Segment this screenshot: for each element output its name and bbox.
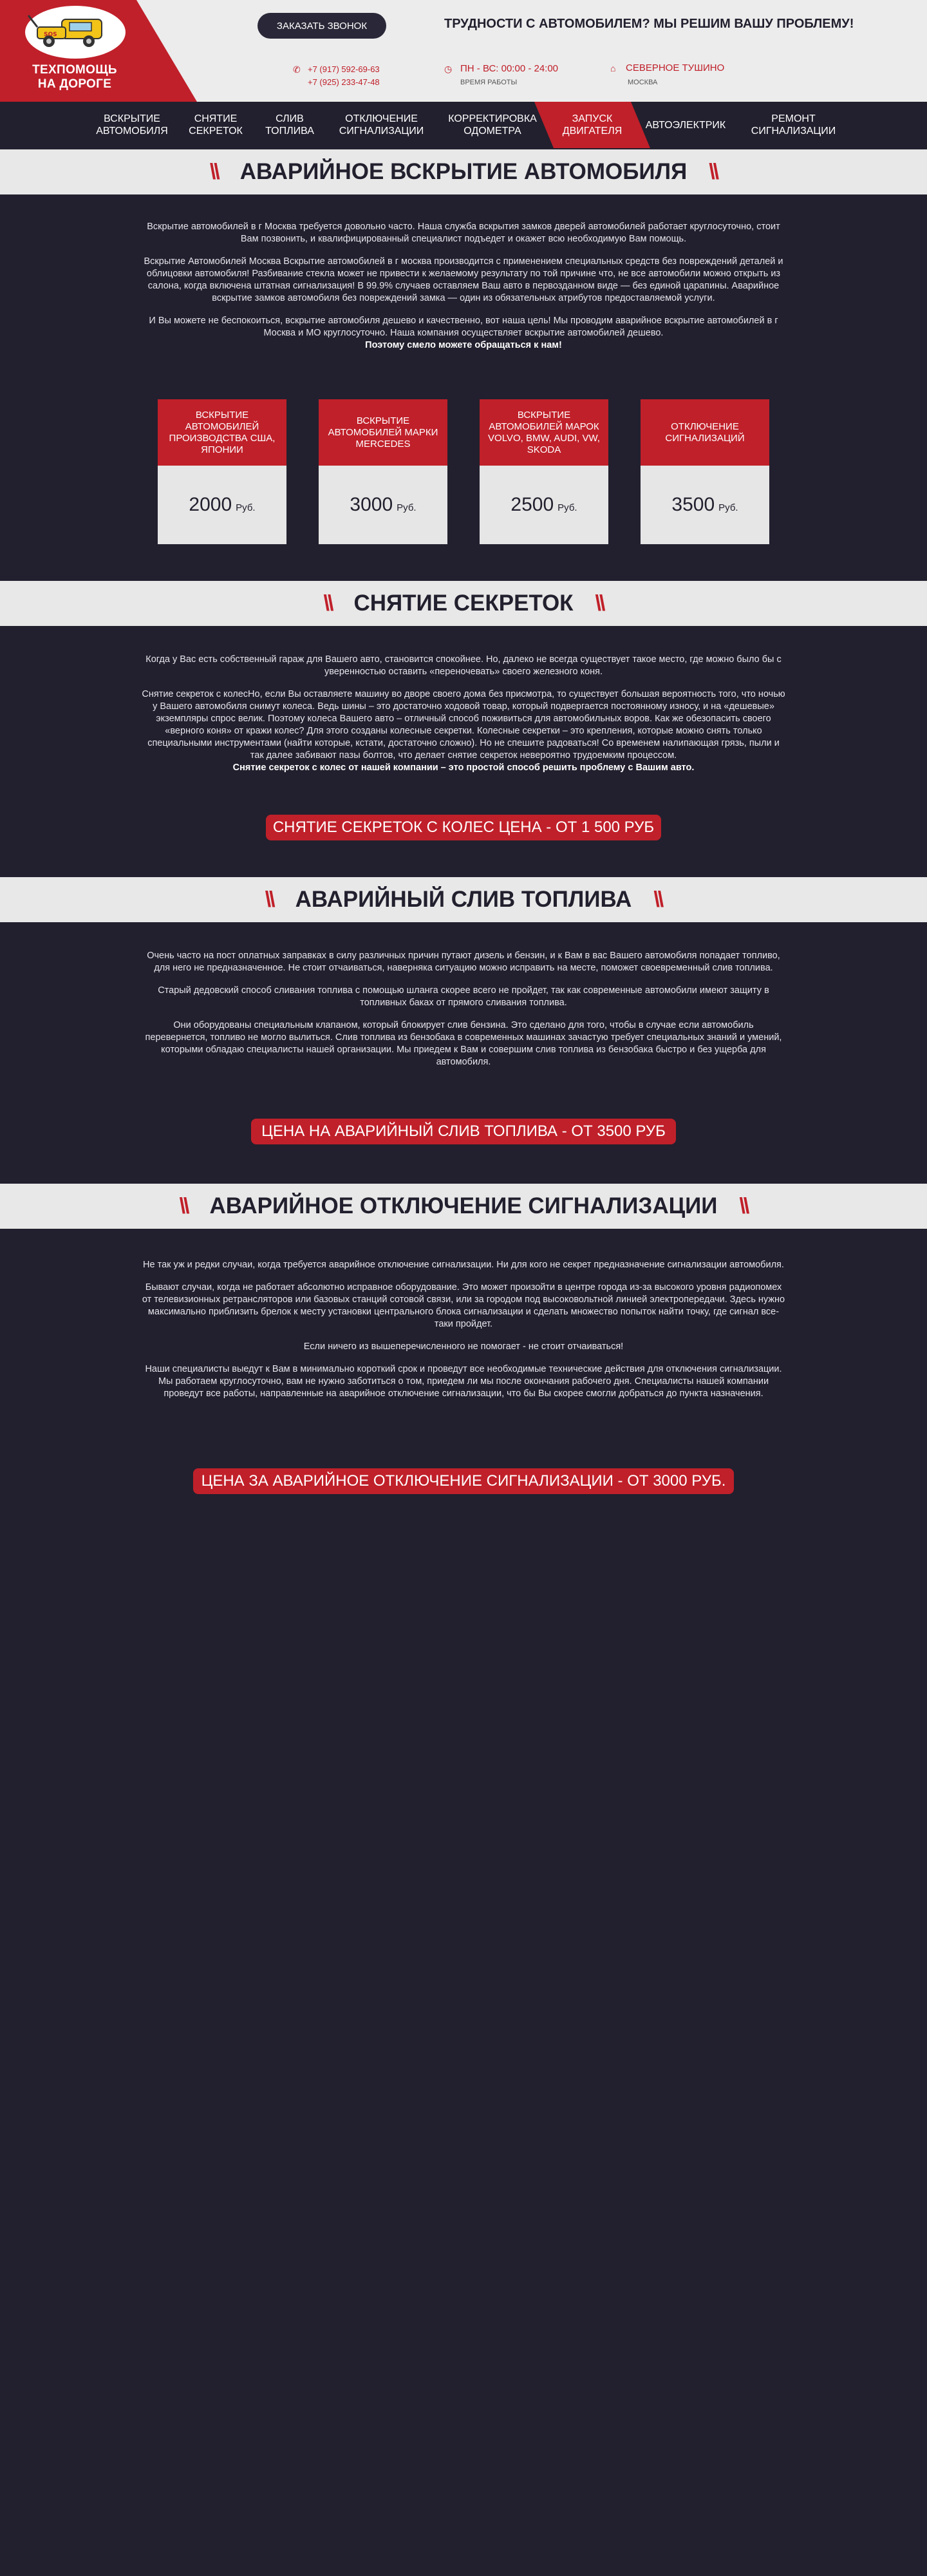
- fuel-drain-text: Очень часто на пост оплатных заправках в…: [142, 950, 785, 1079]
- section-header-fuel-drain: \\ АВАРИЙНЫЙ СЛИВ ТОПЛИВА \\: [0, 877, 927, 922]
- paragraph: Бывают случаи, когда не работает абсолют…: [142, 1282, 785, 1329]
- nav-item-car-opening[interactable]: ВСКРЫТИЕ АВТОМОБИЛЯ: [84, 102, 180, 148]
- section-header-alarm-disable: \\ АВАРИЙНОЕ ОТКЛЮЧЕНИЕ СИГНАЛИЗАЦИИ \\: [0, 1184, 927, 1229]
- paragraph-bold: Снятие секреток с колес от нашей компани…: [232, 762, 695, 773]
- paragraph-bold: Поэтому смело можете обращаться к нам!: [365, 340, 562, 350]
- paragraph: Вскрытие Автомобилей Москва Вскрытие авт…: [144, 256, 783, 303]
- price-card[interactable]: ВСКРЫТИЕ АВТОМОБИЛЕЙ МАРОК VOLVO, BMW, A…: [480, 399, 608, 544]
- section-title: АВАРИЙНЫЙ СЛИВ ТОПЛИВА: [295, 887, 632, 912]
- working-hours-label: ВРЕМЯ РАБОТЫ: [460, 79, 518, 86]
- clock-icon: ◷: [444, 64, 453, 74]
- slashes-decoration: \\: [323, 591, 334, 616]
- slashes-decoration: \\: [709, 159, 719, 184]
- alarm-disable-text: Не так уж и редки случаи, когда требуетс…: [142, 1259, 785, 1410]
- paragraph: Очень часто на пост оплатных заправках в…: [147, 951, 780, 973]
- section-title: АВАРИЙНОЕ ВСКРЫТИЕ АВТОМОБИЛЯ: [239, 159, 688, 184]
- logo-block[interactable]: SOS ТЕХПОМОЩЬ НА ДОРОГЕ: [0, 0, 197, 102]
- location-district: СЕВЕРНОЕ ТУШИНО: [626, 62, 725, 73]
- nav-item-auto-electrician[interactable]: АВТОЭЛЕКТРИК: [634, 102, 737, 148]
- price-card[interactable]: ОТКЛЮЧЕНИЕ СИГНАЛИЗАЦИЙ 3500 Руб.: [641, 399, 769, 544]
- alarm-disable-price-button[interactable]: ЦЕНА ЗА АВАРИЙНОЕ ОТКЛЮЧЕНИЕ СИГНАЛИЗАЦИ…: [193, 1468, 734, 1494]
- nav-item-fuel-drain[interactable]: СЛИВ ТОПЛИВА: [251, 102, 328, 148]
- paragraph: Если ничего из вышеперечисленного не пом…: [303, 1341, 624, 1352]
- header-tagline: ТРУДНОСТИ С АВТОМОБИЛЕМ? МЫ РЕШИМ ВАШУ П…: [444, 17, 854, 31]
- phone-number-1[interactable]: +7 (917) 592-69-63: [308, 64, 380, 74]
- working-hours: ПН - ВС: 00:00 - 24:00: [460, 63, 559, 74]
- nav-item-lock-nuts[interactable]: СНЯТИЕ СЕКРЕТОК: [180, 102, 251, 148]
- logo-text-line2: НА ДОРОГЕ: [37, 77, 112, 91]
- paragraph: Вскрытие автомобилей в г Москва требуетс…: [147, 222, 780, 244]
- paragraph: Старый дедовский способ сливания топлива…: [158, 985, 769, 1008]
- price-value: 3000: [350, 494, 393, 515]
- price-currency: Руб.: [557, 502, 577, 513]
- price-value: 2000: [189, 494, 232, 515]
- site-header: SOS ТЕХПОМОЩЬ НА ДОРОГЕ ЗАКАЗАТЬ ЗВОНОК …: [0, 0, 927, 102]
- phone-icon: ✆: [293, 64, 301, 75]
- nav-item-odometer[interactable]: КОРРЕКТИРОВКА ОДОМЕТРА: [435, 102, 550, 148]
- main-navigation: ВСКРЫТИЕ АВТОМОБИЛЯ СНЯТИЕ СЕКРЕТОК СЛИВ ТО…: [0, 102, 927, 148]
- paragraph: Они оборудованы специальным клапаном, ко…: [145, 1020, 782, 1067]
- callback-button[interactable]: ЗАКАЗАТЬ ЗВОНОК: [258, 13, 386, 39]
- section-header-lock-nuts: \\ СНЯТИЕ СЕКРЕТОК \\: [0, 581, 927, 626]
- location-city: МОСКВА: [628, 79, 658, 86]
- paragraph: Не так уж и редки случаи, когда требуетс…: [143, 1260, 784, 1270]
- price-value: 2500: [510, 494, 554, 515]
- paragraph: Снятие секреток с колесНо, если Вы остав…: [142, 689, 785, 761]
- nav-item-engine-start[interactable]: ЗАПУСК ДВИГАТЕЛЯ: [550, 102, 634, 148]
- fuel-drain-price-button[interactable]: ЦЕНА НА АВАРИЙНЫЙ СЛИВ ТОПЛИВА - ОТ 3500…: [251, 1119, 676, 1144]
- section-header-car-opening: \\ АВАРИЙНОЕ ВСКРЫТИЕ АВТОМОБИЛЯ \\: [0, 149, 927, 194]
- paragraph: Наши специалисты выедут к Вам в минималь…: [145, 1364, 782, 1399]
- slashes-decoration: \\: [653, 887, 664, 912]
- price-card-title: ОТКЛЮЧЕНИЕ СИГНАЛИЗАЦИЙ: [641, 399, 769, 466]
- slashes-decoration: \\: [179, 1193, 190, 1218]
- phone-number-2[interactable]: +7 (925) 233-47-48: [308, 77, 380, 87]
- price-currency: Руб.: [397, 502, 417, 513]
- nav-item-alarm-repair[interactable]: РЕМОНТ СИГНАЛИЗАЦИИ: [737, 102, 850, 148]
- price-card[interactable]: ВСКРЫТИЕ АВТОМОБИЛЕЙ ПРОИЗВОДСТВА США, Я…: [158, 399, 286, 544]
- price-card-title: ВСКРЫТИЕ АВТОМОБИЛЕЙ МАРОК VOLVO, BMW, A…: [480, 399, 608, 466]
- svg-text:SOS: SOS: [44, 32, 57, 38]
- logo-text-line1: ТЕХПОМОЩЬ: [32, 63, 117, 77]
- tow-truck-logo: SOS: [25, 6, 126, 59]
- slashes-decoration: \\: [595, 591, 606, 616]
- price-currency: Руб.: [236, 502, 256, 513]
- slashes-decoration: \\: [739, 1193, 749, 1218]
- price-currency: Руб.: [718, 502, 738, 513]
- paragraph: И Вы можете не беспокоиться, вскрытие ав…: [149, 316, 778, 338]
- section-title: СНЯТИЕ СЕКРЕТОК: [353, 591, 574, 616]
- price-card[interactable]: ВСКРЫТИЕ АВТОМОБИЛЕЙ МАРКИ MERCEDES 3000…: [319, 399, 447, 544]
- price-card-title: ВСКРЫТИЕ АВТОМОБИЛЕЙ МАРКИ MERCEDES: [319, 399, 447, 466]
- price-card-title: ВСКРЫТИЕ АВТОМОБИЛЕЙ ПРОИЗВОДСТВА США, Я…: [158, 399, 286, 466]
- slashes-decoration: \\: [209, 159, 220, 184]
- nav-item-alarm-disable[interactable]: ОТКЛЮЧЕНИЕ СИГНАЛИЗАЦИИ: [328, 102, 435, 148]
- price-value: 3500: [671, 494, 715, 515]
- lock-nuts-price-button[interactable]: СНЯТИЕ СЕКРЕТОК С КОЛЕС ЦЕНА - ОТ 1 500 …: [266, 815, 661, 840]
- home-icon: ⌂: [610, 63, 616, 73]
- section-title: АВАРИЙНОЕ ОТКЛЮЧЕНИЕ СИГНАЛИЗАЦИИ: [209, 1193, 718, 1218]
- lock-nuts-text: Когда у Вас есть собственный гараж для В…: [142, 654, 785, 784]
- car-opening-text: Вскрытие автомобилей в г Москва требуетс…: [142, 221, 785, 362]
- paragraph: Когда у Вас есть собственный гараж для В…: [145, 654, 782, 677]
- slashes-decoration: \\: [265, 887, 276, 912]
